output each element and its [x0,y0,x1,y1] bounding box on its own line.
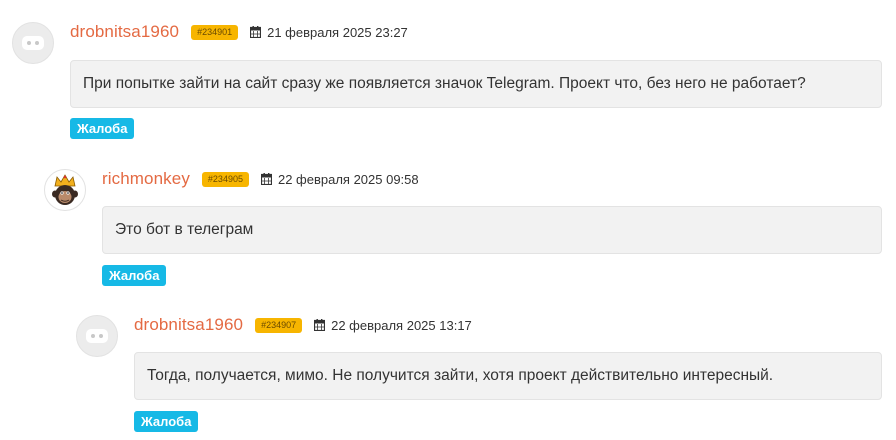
username[interactable]: richmonkey [102,169,190,189]
calendar-icon [260,173,272,185]
id-badge: #234901 [191,24,239,40]
complaint-button[interactable]: Жалоба [102,265,167,286]
comment-text: Это бот в телеграм [102,206,882,254]
calendar-icon [250,26,262,38]
bot-avatar-icon [76,315,118,357]
username[interactable]: drobnitsa1960 [134,315,243,335]
comment-body: При попытке зайти на сайт сразу же появл… [83,75,806,92]
date-text: 22 февраля 2025 13:17 [331,317,472,333]
comment-meta: drobnitsa1960 #234901 21 февраля 2025 23… [70,22,408,42]
bot-avatar-icon [12,22,54,64]
id-badge: #234905 [201,171,249,187]
date-text: 21 февраля 2025 23:27 [267,24,408,40]
date-text: 22 февраля 2025 09:58 [277,171,419,187]
comment-body: Тогда, получается, мимо. Не получится за… [147,367,774,384]
comment-meta: richmonkey #234905 22 февраля 2025 09:58 [102,169,419,189]
comment-date: 22 февраля 2025 09:58 [260,171,419,187]
comment-text: При попытке зайти на сайт сразу же появл… [70,60,882,108]
comment-body: Это бот в телеграм [115,221,254,238]
username[interactable]: drobnitsa1960 [70,22,179,42]
comment-date: 22 февраля 2025 13:17 [314,318,472,333]
complaint-button[interactable]: Жалоба [70,118,135,139]
id-badge: #234907 [255,317,303,333]
comment-meta: drobnitsa1960 #234907 22 февраля 2025 13… [134,315,472,335]
complaint-button[interactable]: Жалоба [134,411,199,432]
monkey-king-avatar-icon [44,169,86,211]
comment-text: Тогда, получается, мимо. Не получится за… [134,352,882,400]
calendar-icon [314,319,326,331]
comment-date: 21 февраля 2025 23:27 [250,25,408,40]
